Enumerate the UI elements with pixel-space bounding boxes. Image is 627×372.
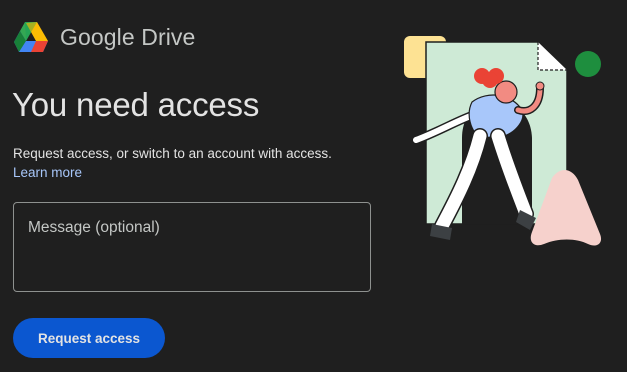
app-name: Google Drive <box>60 23 196 50</box>
learn-more-link[interactable]: Learn more <box>13 165 82 180</box>
request-access-button[interactable]: Request access <box>13 318 165 358</box>
person-walking-through-document-illustration <box>404 36 602 246</box>
google-drive-logo-icon <box>14 22 48 52</box>
page-title: You need access <box>12 86 260 123</box>
access-description: Request access, or switch to an account … <box>13 146 332 161</box>
google-drive-logo: Google Drive <box>14 22 195 52</box>
message-field[interactable] <box>13 202 371 292</box>
green-circle-shape <box>575 51 601 77</box>
access-request-page: Google Drive You need access Request acc… <box>0 0 627 372</box>
